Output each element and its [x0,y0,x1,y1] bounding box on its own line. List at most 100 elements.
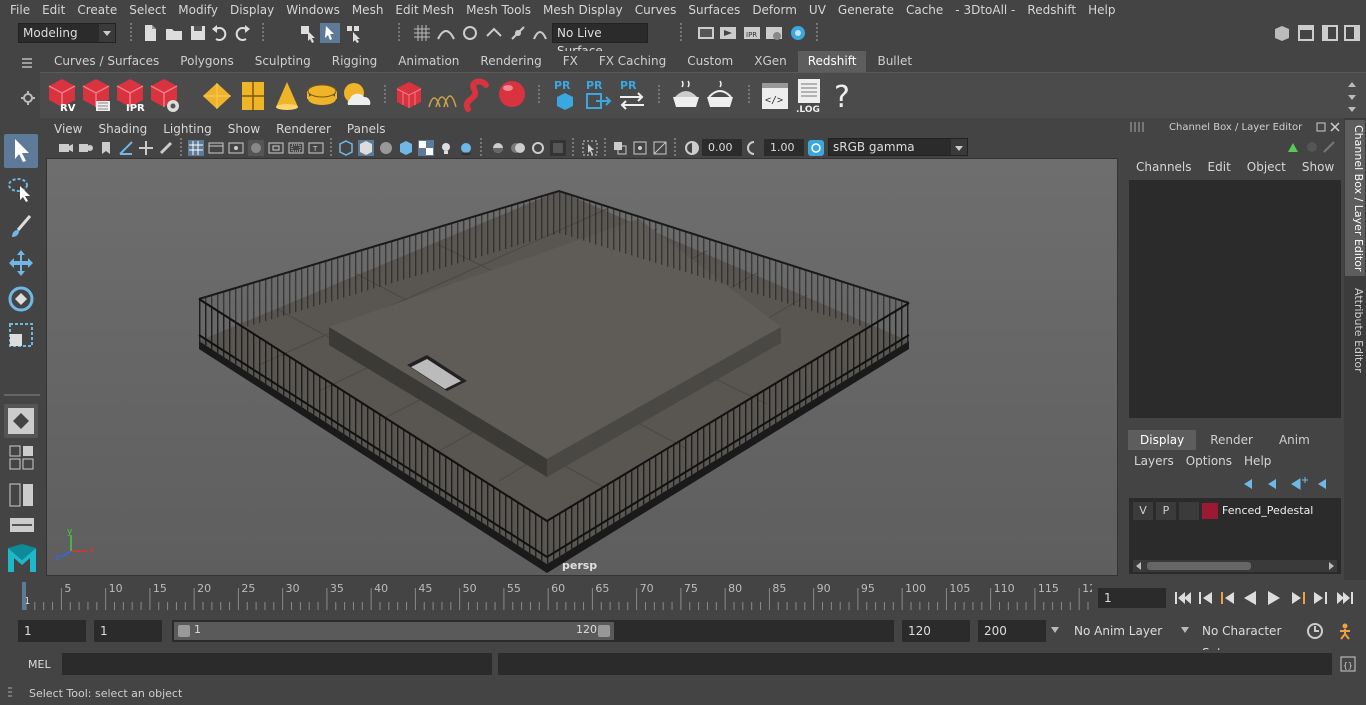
viewport-menu-lighting[interactable]: Lighting [155,122,220,136]
menu-display[interactable]: Display [224,0,280,20]
menu-mesh-display[interactable]: Mesh Display [537,0,629,20]
textured-icon[interactable] [418,140,434,156]
shelf-tab-fx[interactable]: FX [552,51,588,72]
shelf-tab-rendering[interactable]: Rendering [470,51,552,72]
channel-box-icons[interactable] [1286,140,1336,154]
anim-layer-dropdown[interactable]: No Anim Layer [1068,620,1186,642]
step-forward-key-icon[interactable] [1312,590,1328,606]
screen-space-ao-icon[interactable] [490,140,506,156]
select-by-object-icon[interactable] [320,23,340,43]
script-editor-icon[interactable]: </> [760,79,790,113]
layer-tab-display[interactable]: Display [1128,430,1197,450]
shelf-tab-rigging[interactable]: Rigging [321,51,388,72]
pr-object-icon[interactable]: PR [552,77,578,113]
redshift-sun-sky-icon[interactable] [340,79,374,113]
exposure-icon[interactable] [684,140,700,156]
camera-select-icon[interactable] [58,140,74,156]
2d-pan-zoom-icon[interactable] [138,140,154,156]
layer-playback-toggle[interactable]: P [1156,502,1176,520]
scroll-left-icon[interactable] [1135,562,1143,570]
play-backwards-icon[interactable] [1242,590,1258,606]
gate-mask-icon[interactable] [248,140,264,156]
menu-select[interactable]: Select [123,0,172,20]
field-chart-icon[interactable] [268,140,284,156]
shelf-tab-redshift[interactable]: Redshift [797,51,867,72]
shelf-tab-xgen[interactable]: XGen [744,51,797,72]
viewport-menu-view[interactable]: View [46,122,90,136]
lasso-tool[interactable] [4,172,38,206]
current-frame-field[interactable]: 1 [1098,588,1166,608]
shelf-tab-fx-caching[interactable]: FX Caching [588,51,677,72]
range-start-grip[interactable] [178,625,190,637]
workspace-icon[interactable] [1272,23,1292,43]
render-view-icon[interactable] [696,23,716,43]
new-scene-icon[interactable] [140,23,160,43]
layer-row[interactable]: V P Fenced_Pedestal [1133,502,1337,522]
select-tool[interactable] [4,134,38,168]
rotate-tool[interactable] [4,282,38,316]
start-time-field[interactable]: 1 [18,620,86,642]
viewport-menu-renderer[interactable]: Renderer [268,122,339,136]
depth-of-field-icon[interactable] [550,140,566,156]
xray-icon[interactable] [612,140,628,156]
snap-grid-icon[interactable] [412,23,432,43]
end-time-field[interactable]: 200 [978,620,1046,642]
menu-redshift[interactable]: Redshift [1021,0,1082,20]
film-gate-icon[interactable] [208,140,224,156]
wireframe-on-shaded-icon[interactable] [398,140,414,156]
shelf-tab-curves-surfaces[interactable]: Curves / Surfaces [44,51,170,72]
shelf-settings-gear-icon[interactable] [20,90,36,106]
shelf-scroll-icon[interactable] [1346,79,1358,115]
pie-filled-icon[interactable] [670,79,702,113]
layout-outliner-icon[interactable] [8,516,36,534]
redo-icon[interactable] [232,23,252,43]
scrollbar-thumb[interactable] [1147,562,1251,570]
float-panel-icon[interactable] [1316,122,1326,132]
channel-box-menu-show[interactable]: Show [1294,160,1342,174]
play-forwards-icon[interactable] [1266,590,1282,606]
redshift-batch-render-icon[interactable] [80,77,112,113]
render-frame-icon[interactable] [718,23,738,43]
menu-curves[interactable]: Curves [629,0,683,20]
layer-reference-toggle[interactable] [1179,502,1199,520]
pie-empty-icon[interactable] [704,79,736,113]
menu-deform[interactable]: Deform [746,0,803,20]
redshift-render-settings-icon[interactable] [148,77,180,113]
range-slider-handle[interactable]: 1 120 [174,622,614,640]
select-by-component-icon[interactable] [344,23,364,43]
gamma-icon[interactable] [746,140,762,156]
viewport-menu-panels[interactable]: Panels [339,122,394,136]
close-icon[interactable] [1330,122,1340,132]
redshift-dome-light-icon[interactable] [306,79,338,113]
drag-handle[interactable] [8,687,12,699]
layer-tab-anim[interactable]: Anim [1267,430,1322,450]
current-time-indicator[interactable] [22,582,26,610]
select-by-hierarchy-icon[interactable] [298,23,318,43]
redshift-spot-light-icon[interactable] [272,79,302,113]
viewport-menu-show[interactable]: Show [220,122,268,136]
channel-box-menu-edit[interactable]: Edit [1200,160,1239,174]
step-back-key-icon[interactable] [1198,590,1214,606]
anti-aliasing-icon[interactable] [530,140,546,156]
shelf-tab-custom[interactable]: Custom [677,51,744,72]
go-to-end-icon[interactable] [1336,590,1354,606]
side-tab-channel-box[interactable]: Channel Box / Layer Editor [1345,120,1365,276]
chevron-down-icon[interactable] [1180,626,1190,634]
layout-four-view-icon[interactable] [8,444,36,472]
menu-mesh-tools[interactable]: Mesh Tools [460,0,537,20]
side-tab-attribute-editor[interactable]: Attribute Editor [1345,282,1365,378]
layout-split-icon[interactable] [8,482,36,508]
hypershade-icon[interactable] [788,23,808,43]
channel-box-menu-object[interactable]: Object [1239,160,1294,174]
render-settings-icon[interactable] [764,23,784,43]
pr-export-icon[interactable]: PR [584,77,612,113]
open-scene-icon[interactable] [164,23,184,43]
redshift-rect-light-icon[interactable] [200,79,234,113]
menu-windows[interactable]: Windows [280,0,346,20]
default-material-icon[interactable] [378,140,394,156]
menu-help[interactable]: Help [1082,0,1121,20]
time-slider[interactable]: 5 10 15 20 25 30 35 40 45 50 55 60 65 70 75 80 85 90 95 100… [18,580,1096,612]
layer-menu-options[interactable]: Options [1180,454,1238,468]
step-forward-frame-icon[interactable] [1290,590,1306,606]
wireframe-icon[interactable] [338,140,354,156]
